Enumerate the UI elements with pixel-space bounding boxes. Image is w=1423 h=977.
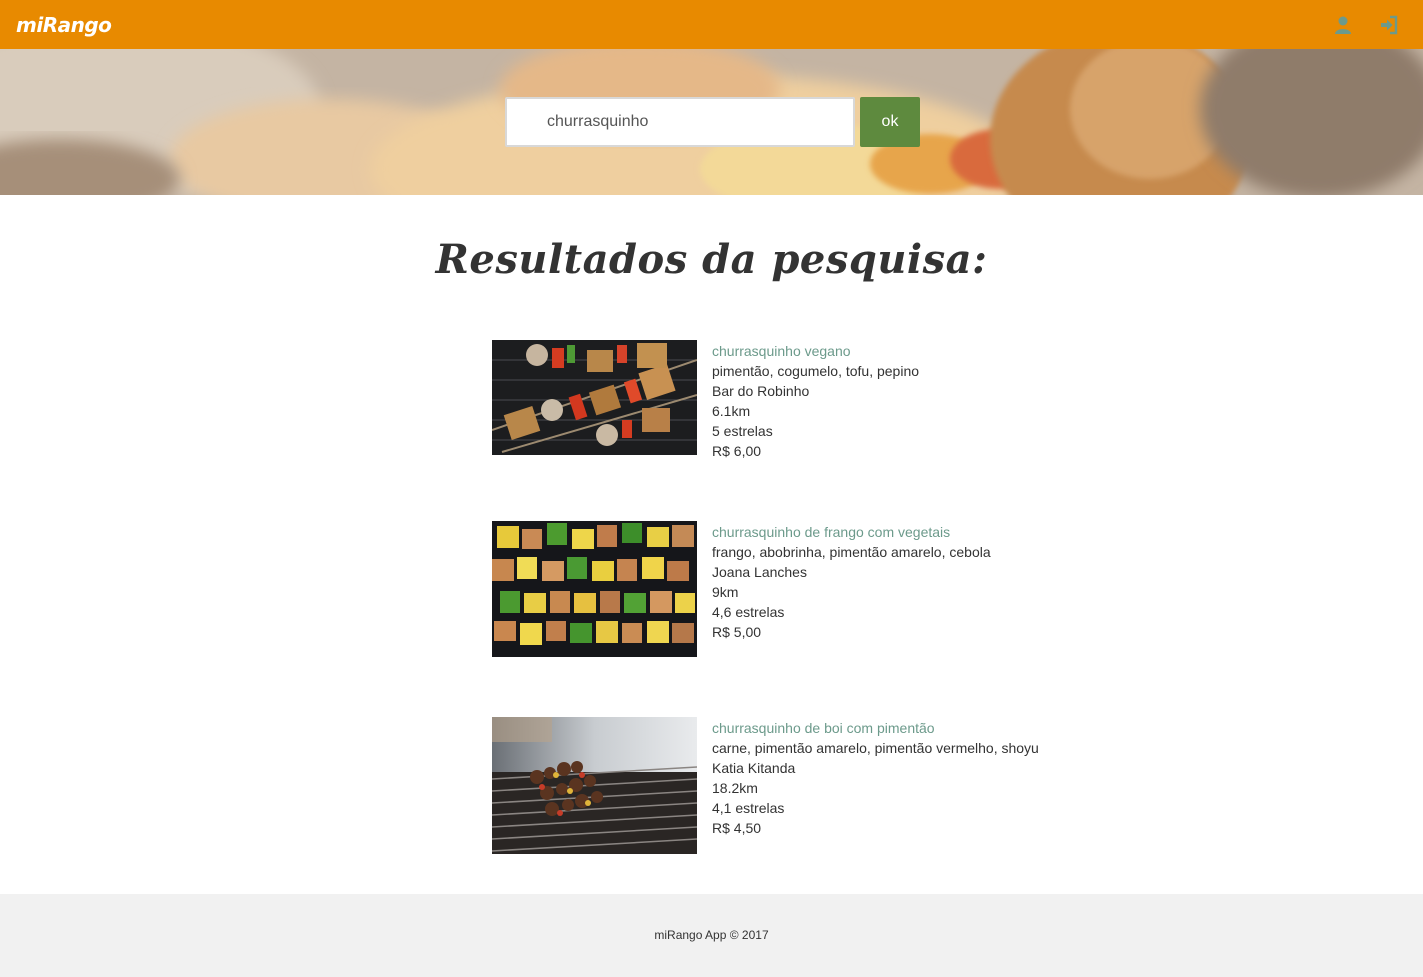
dish-rating: 5 estrelas (712, 423, 773, 439)
dish-place: Bar do Robinho (712, 383, 810, 399)
search-form: ok (505, 97, 920, 147)
dish-distance: 18.2km (712, 780, 758, 796)
hero-banner: ok (0, 49, 1423, 195)
result-item: churrasquinho vegano pimentão, cogumelo,… (492, 340, 919, 461)
result-item: churrasquinho de frango com vegetais fra… (492, 521, 991, 657)
dish-name-link[interactable]: churrasquinho de boi com pimentão (712, 718, 1039, 738)
ok-button[interactable]: ok (860, 97, 920, 147)
dish-ingredients: pimentão, cogumelo, tofu, pepino (712, 363, 920, 379)
dish-ingredients: frango, abobrinha, pimentão amarelo, ceb… (712, 544, 991, 560)
top-navbar: miRango (0, 0, 1423, 49)
dish-price: R$ 5,00 (712, 624, 762, 640)
dish-rating: 4,1 estrelas (712, 800, 785, 816)
dish-distance: 6.1km (712, 403, 751, 419)
footer-copyright: miRango App © 2017 (654, 928, 769, 942)
dish-info: churrasquinho de frango com vegetais fra… (712, 521, 991, 657)
sign-in-icon[interactable] (1379, 15, 1399, 35)
dish-photo[interactable] (492, 717, 697, 854)
dish-photo[interactable] (492, 521, 697, 657)
dish-place: Katia Kitanda (712, 760, 796, 776)
search-input[interactable] (505, 97, 855, 147)
dish-rating: 4,6 estrelas (712, 604, 785, 620)
dish-ingredients: carne, pimentão amarelo, pimentão vermel… (712, 740, 1039, 756)
dish-place: Joana Lanches (712, 564, 807, 580)
result-item: churrasquinho de boi com pimentão carne,… (492, 717, 1039, 854)
dish-photo[interactable] (492, 340, 697, 455)
dish-info: churrasquinho vegano pimentão, cogumelo,… (712, 340, 919, 461)
dish-info: churrasquinho de boi com pimentão carne,… (712, 717, 1039, 854)
dish-price: R$ 4,50 (712, 820, 762, 836)
nav-icons (1333, 15, 1399, 35)
user-icon[interactable] (1333, 15, 1353, 35)
results-title: Resultados da pesquisa: (435, 236, 988, 283)
dish-name-link[interactable]: churrasquinho vegano (712, 341, 919, 361)
dish-price: R$ 6,00 (712, 443, 762, 459)
brand-logo[interactable]: miRango (16, 13, 112, 37)
dish-distance: 9km (712, 584, 739, 600)
dish-name-link[interactable]: churrasquinho de frango com vegetais (712, 522, 991, 542)
footer: miRango App © 2017 (0, 894, 1423, 977)
